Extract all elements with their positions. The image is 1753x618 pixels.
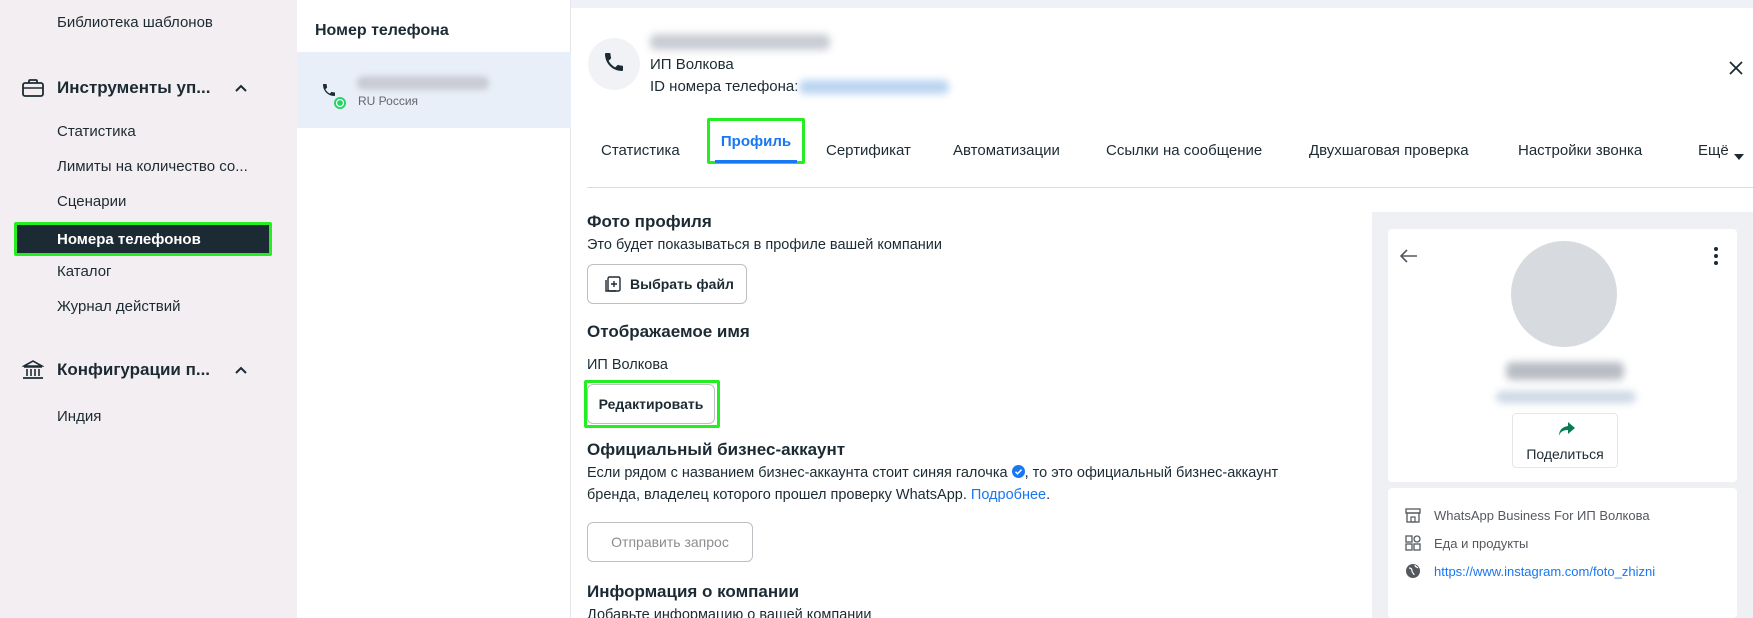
official-account-title: Официальный бизнес-аккаунт xyxy=(587,440,846,459)
sidebar-section-tools[interactable]: Инструменты уп... xyxy=(21,74,247,102)
share-icon xyxy=(1558,420,1576,443)
display-name-value: ИП Волкова xyxy=(587,357,668,373)
phone-list-panel: Номер телефона RU Россия xyxy=(297,0,571,618)
tab-profile-label: Профиль xyxy=(720,132,792,150)
sidebar: Библиотека шаблонов Инструменты уп... Ст… xyxy=(0,0,297,618)
preview-category: Еда и продукты xyxy=(1434,535,1529,551)
briefcase-icon xyxy=(21,76,45,100)
company-info-description: Добавьте информацию о вашей компании xyxy=(587,607,872,618)
sidebar-item-limits[interactable]: Лимиты на количество со... xyxy=(57,158,248,175)
phone-number-redacted xyxy=(357,76,489,90)
learn-more-link[interactable]: Подробнее xyxy=(971,487,1046,503)
globe-icon xyxy=(1404,562,1422,580)
phone-list-item[interactable]: RU Россия xyxy=(297,52,571,128)
whatsapp-icon xyxy=(333,96,347,115)
tab-more[interactable]: Ещё xyxy=(1698,142,1729,159)
preview-phone-redacted xyxy=(1496,391,1636,403)
add-file-icon xyxy=(604,275,622,293)
choose-file-button[interactable]: Выбрать файл xyxy=(587,264,747,304)
preview-business-name: WhatsApp Business For ИП Волкова xyxy=(1434,507,1650,523)
back-arrow-icon xyxy=(1399,249,1418,268)
preview-category-row: Еда и продукты xyxy=(1404,534,1528,552)
sidebar-item-templates[interactable]: Библиотека шаблонов xyxy=(57,14,213,31)
tab-message-links[interactable]: Ссылки на сообщение xyxy=(1106,142,1262,159)
sidebar-section-config-label: Конфигурации п... xyxy=(57,360,211,379)
sidebar-item-statistics[interactable]: Статистика xyxy=(57,123,136,140)
display-name-title: Отображаемое имя xyxy=(587,322,750,341)
sidebar-item-phone-numbers[interactable]: Номера телефонов xyxy=(14,222,272,256)
profile-preview: Поделиться WhatsApp Business For ИП Волк… xyxy=(1372,212,1753,618)
sidebar-item-india[interactable]: Индия xyxy=(57,408,101,425)
official-account-text-3: бренда, владелец которого прошел проверк… xyxy=(587,487,967,503)
tab-bar: Статистика Профиль Сертификат Автоматиза… xyxy=(587,118,1753,188)
header-business-name: ИП Волкова xyxy=(650,56,734,73)
sidebar-item-phone-numbers-label: Номера телефонов xyxy=(57,231,201,248)
more-vertical-icon xyxy=(1714,247,1718,270)
tab-statistics[interactable]: Статистика xyxy=(601,142,680,159)
official-account-text-1: Если рядом с названием бизнес-аккаунта с… xyxy=(587,465,1008,481)
chevron-up-icon[interactable] xyxy=(231,78,251,98)
learn-more-suffix: . xyxy=(1046,487,1051,503)
edit-button-label: Редактировать xyxy=(598,396,704,412)
close-icon[interactable] xyxy=(1722,54,1750,82)
tab-active-indicator xyxy=(715,160,797,163)
edit-button[interactable]: Редактировать xyxy=(587,384,715,424)
header-phone-redacted xyxy=(650,34,830,50)
tab-automations[interactable]: Автоматизации xyxy=(953,142,1060,159)
preview-name-redacted xyxy=(1506,362,1624,380)
sidebar-item-catalog[interactable]: Каталог xyxy=(57,263,112,280)
preview-profile-card: Поделиться xyxy=(1388,229,1737,482)
phone-avatar xyxy=(588,38,640,90)
choose-file-label: Выбрать файл xyxy=(630,276,734,292)
sidebar-section-tools-label: Инструменты уп... xyxy=(57,78,211,97)
tab-profile[interactable]: Профиль xyxy=(707,118,805,164)
send-request-label: Отправить запрос xyxy=(611,534,729,550)
phone-icon xyxy=(602,50,626,79)
preview-website-row: https://www.instagram.com/foto_zhizni xyxy=(1404,562,1655,580)
caret-down-icon[interactable] xyxy=(1733,148,1745,166)
sidebar-item-activity-log[interactable]: Журнал действий xyxy=(57,298,180,315)
official-account-description: Если рядом с названием бизнес-аккаунта с… xyxy=(587,462,1347,506)
company-info-title: Информация о компании xyxy=(587,582,800,601)
profile-photo-description: Это будет показываться в профиле вашей к… xyxy=(587,237,943,253)
share-label: Поделиться xyxy=(1526,446,1604,462)
header-phone-id-redacted xyxy=(799,80,949,94)
share-button: Поделиться xyxy=(1512,413,1618,468)
header-phone-id-label: ID номера телефона: xyxy=(650,78,799,95)
preview-avatar xyxy=(1511,241,1617,347)
sidebar-item-scenarios[interactable]: Сценарии xyxy=(57,193,126,210)
profile-photo-title: Фото профиля xyxy=(587,212,712,231)
preview-business-row: WhatsApp Business For ИП Волкова xyxy=(1404,506,1650,524)
official-account-text-2: , то это официальный бизнес-аккаунт xyxy=(1024,465,1279,481)
category-icon xyxy=(1404,534,1422,552)
bank-icon xyxy=(21,358,45,382)
phone-list-title: Номер телефона xyxy=(315,22,449,39)
store-icon xyxy=(1404,506,1422,524)
tab-two-step[interactable]: Двухшаговая проверка xyxy=(1309,142,1469,159)
sidebar-section-config[interactable]: Конфигурации п... xyxy=(21,356,247,384)
verified-badge-icon xyxy=(1011,465,1025,478)
tab-call-settings[interactable]: Настройки звонка xyxy=(1518,142,1642,159)
tab-certificate[interactable]: Сертификат xyxy=(826,142,911,159)
chevron-up-icon[interactable] xyxy=(231,360,251,380)
send-request-button[interactable]: Отправить запрос xyxy=(587,522,753,562)
phone-country: RU Россия xyxy=(358,94,419,108)
preview-info-card: WhatsApp Business For ИП Волкова Еда и п… xyxy=(1388,488,1737,618)
preview-website-link[interactable]: https://www.instagram.com/foto_zhizni xyxy=(1434,564,1655,579)
